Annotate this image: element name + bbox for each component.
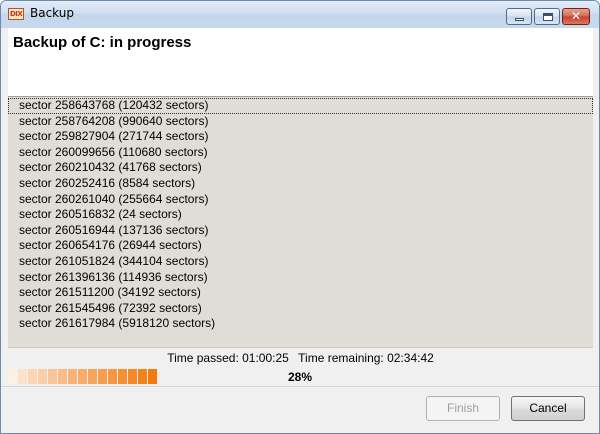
list-item[interactable]: sector 258764208 (990640 sectors) (8, 114, 593, 130)
time-status: Time passed: 01:00:25 Time remaining: 02… (8, 351, 593, 365)
list-item[interactable]: sector 260261040 (255664 sectors) (8, 192, 593, 208)
close-icon: ✕ (570, 9, 582, 23)
progress-block (88, 369, 97, 384)
list-item[interactable]: sector 261396136 (114936 sectors) (8, 270, 593, 286)
progress-block (118, 369, 127, 384)
list-item[interactable]: sector 260252416 (8584 sectors) (8, 176, 593, 192)
list-item[interactable]: sector 261511200 (34192 sectors) (8, 285, 593, 301)
status-panel: Time passed: 01:00:25 Time remaining: 02… (8, 347, 593, 386)
window-title: Backup (30, 6, 74, 20)
progress-block (138, 369, 147, 384)
minimize-button[interactable] (506, 8, 532, 25)
minimize-icon (515, 18, 524, 21)
app-icon-label: DIX (10, 10, 23, 18)
cancel-button[interactable]: Cancel (511, 396, 585, 421)
list-item[interactable]: sector 260099656 (110680 sectors) (8, 145, 593, 161)
close-button[interactable]: ✕ (562, 8, 590, 25)
maximize-button[interactable] (534, 8, 560, 25)
progress-block (58, 369, 67, 384)
finish-button[interactable]: Finish (426, 396, 500, 421)
progress-block (98, 369, 107, 384)
list-item[interactable]: sector 258643768 (120432 sectors) (8, 98, 593, 114)
header-panel: Backup of C: in progress (8, 28, 593, 96)
backup-window: DIX Backup ✕ Backup of C: in progress se… (0, 0, 600, 434)
progress-block (28, 369, 37, 384)
list-item[interactable]: sector 261545496 (72392 sectors) (8, 301, 593, 317)
progress-percent: 28% (288, 370, 313, 384)
list-item[interactable]: sector 260516832 (24 sectors) (8, 207, 593, 223)
progress-block (108, 369, 117, 384)
title-bar[interactable]: DIX Backup ✕ (1, 1, 599, 28)
progress-block (78, 369, 87, 384)
list-item[interactable]: sector 261051824 (344104 sectors) (8, 254, 593, 270)
footer: Finish Cancel (1, 386, 599, 433)
list-item[interactable]: sector 260654176 (26944 sectors) (8, 238, 593, 254)
progress-block (48, 369, 57, 384)
progress-block (38, 369, 47, 384)
progress-block (68, 369, 77, 384)
progress-block (128, 369, 137, 384)
progress-block (148, 369, 157, 384)
sector-list[interactable]: sector 258643768 (120432 sectors) sector… (8, 96, 593, 348)
app-icon: DIX (8, 8, 24, 20)
maximize-icon (543, 13, 553, 21)
list-item[interactable]: sector 260516944 (137136 sectors) (8, 223, 593, 239)
time-remaining: Time remaining: 02:34:42 (298, 351, 434, 365)
page-title: Backup of C: in progress (13, 34, 192, 51)
list-item[interactable]: sector 259827904 (271744 sectors) (8, 129, 593, 145)
list-item[interactable]: sector 261617984 (5918120 sectors) (8, 316, 593, 332)
progress-block (8, 369, 17, 384)
progress-block (18, 369, 27, 384)
list-item[interactable]: sector 260210432 (41768 sectors) (8, 160, 593, 176)
time-passed: Time passed: 01:00:25 (167, 351, 289, 365)
